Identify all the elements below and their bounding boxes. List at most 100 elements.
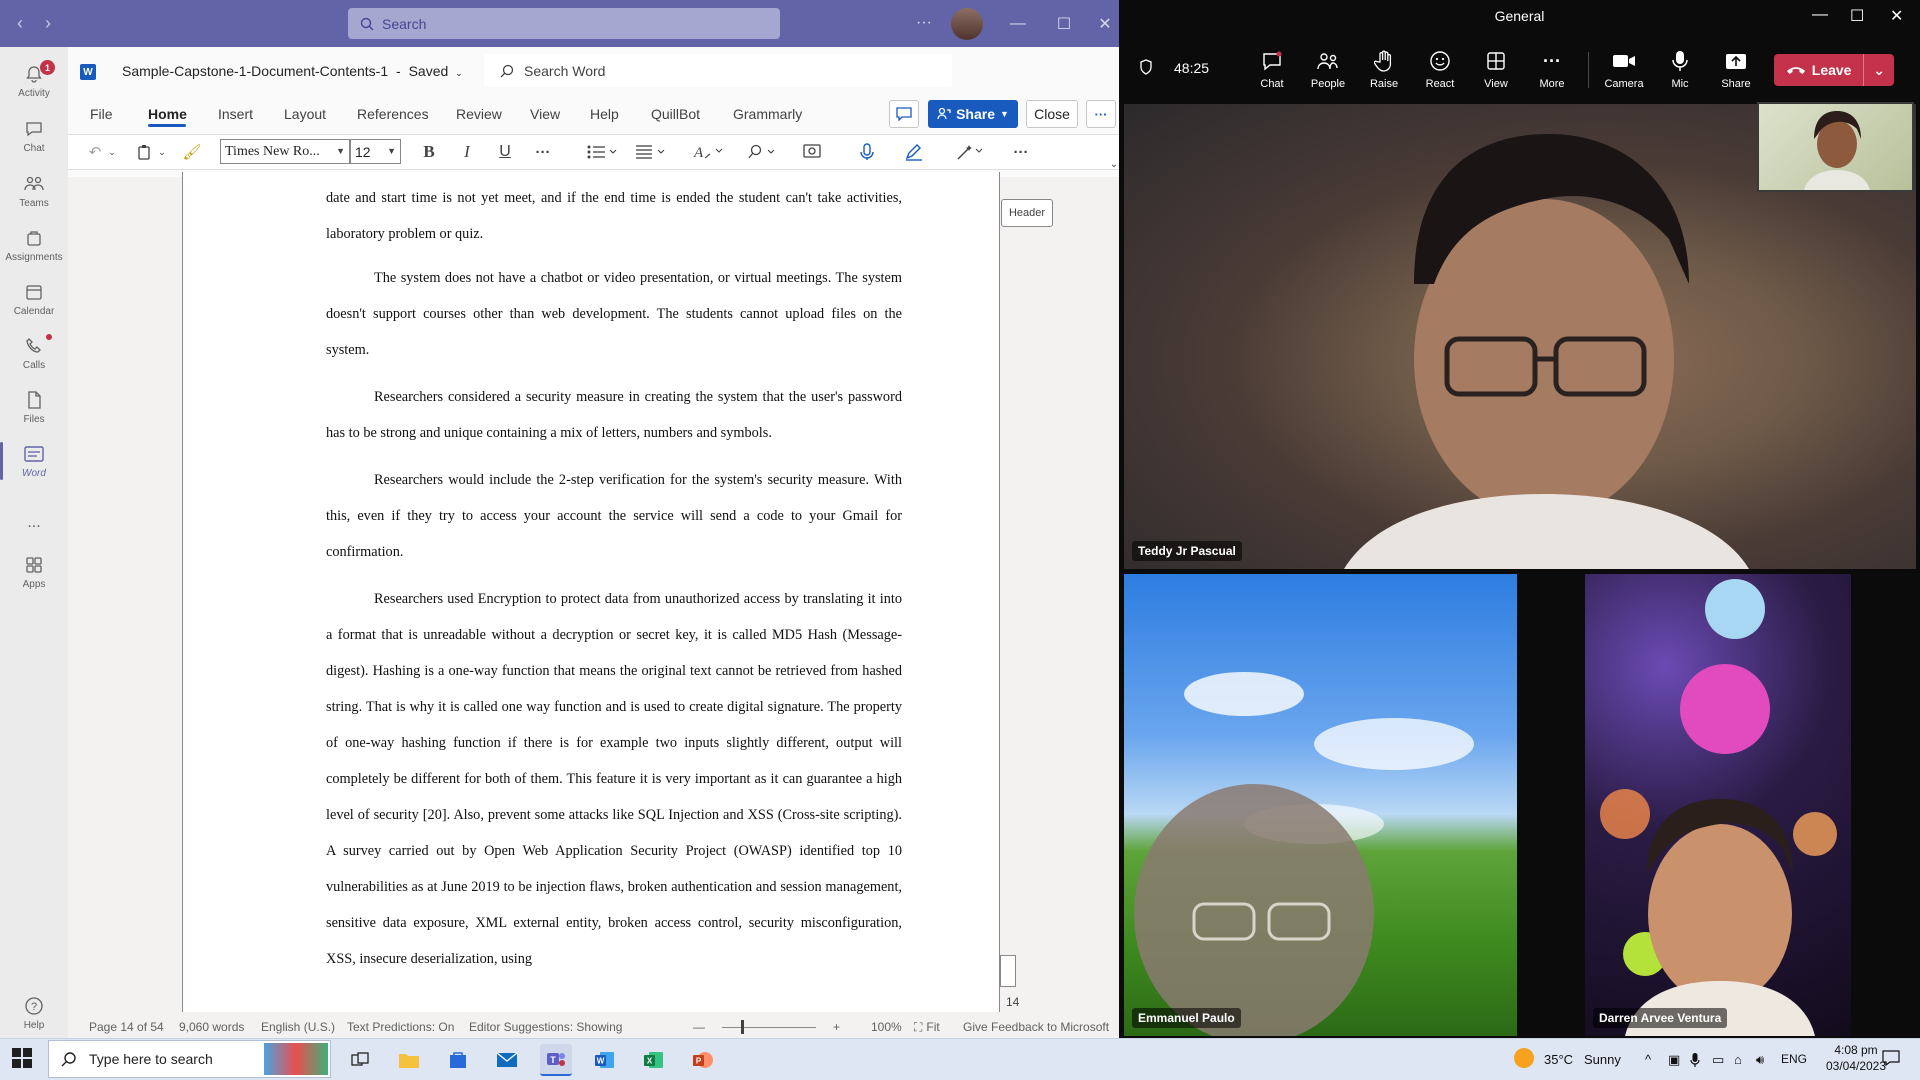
reuse-files-icon[interactable] xyxy=(800,140,824,164)
dictate-icon[interactable] xyxy=(855,140,879,164)
editor-suggestions-status[interactable]: Editor Suggestions: Showing xyxy=(469,1020,622,1034)
rail-apps[interactable]: Apps xyxy=(0,545,68,599)
minimize-icon[interactable]: — xyxy=(1812,6,1828,24)
editor-icon[interactable] xyxy=(902,140,926,164)
notifications-icon[interactable] xyxy=(1882,1050,1900,1066)
weather-condition[interactable]: Sunny xyxy=(1584,1052,1621,1067)
menu-view[interactable]: View xyxy=(530,106,560,122)
paste-icon[interactable] xyxy=(134,140,154,164)
store-icon[interactable] xyxy=(442,1044,474,1076)
chevron-up-icon[interactable]: ^ xyxy=(1645,1052,1651,1067)
mail-icon[interactable] xyxy=(491,1044,523,1076)
rail-files[interactable]: Files xyxy=(0,380,68,434)
zoom-slider-thumb[interactable] xyxy=(741,1020,744,1034)
more-font-options-icon[interactable]: ··· xyxy=(530,140,556,164)
menu-grammarly[interactable]: Grammarly xyxy=(733,106,802,122)
zoom-out-icon[interactable]: — xyxy=(693,1020,705,1034)
rail-assignments[interactable]: Assignments xyxy=(0,218,68,272)
footer-area[interactable] xyxy=(1000,955,1016,987)
chevron-down-icon[interactable]: ⌄ xyxy=(156,140,168,164)
language-status[interactable]: English (U.S.) xyxy=(261,1020,335,1034)
paragraph[interactable]: Researchers considered a security measur… xyxy=(326,379,902,451)
minimize-icon[interactable]: — xyxy=(995,0,1041,47)
weather-temperature[interactable]: 35°C xyxy=(1544,1052,1573,1067)
underline-icon[interactable]: U xyxy=(494,140,516,164)
header-label[interactable]: Header xyxy=(1001,199,1053,227)
menu-review[interactable]: Review xyxy=(456,106,502,122)
close-window-icon[interactable]: ✕ xyxy=(1082,0,1119,47)
self-view-video[interactable] xyxy=(1757,102,1914,192)
rail-help[interactable]: ? Help xyxy=(0,986,68,1038)
rail-activity[interactable]: 1 Activity xyxy=(0,54,68,108)
chevron-down-icon[interactable]: ⌄ xyxy=(106,140,118,164)
font-size-select[interactable]: 12 ▼ xyxy=(350,139,401,164)
video-tile-darren[interactable]: Darren Arvee Ventura xyxy=(1585,574,1851,1036)
meet-now-icon[interactable]: ▣ xyxy=(1668,1052,1680,1068)
rail-teams[interactable]: Teams xyxy=(0,164,68,218)
rail-calendar[interactable]: Calendar xyxy=(0,272,68,326)
rail-more[interactable]: ... xyxy=(0,496,68,550)
menu-home[interactable]: Home xyxy=(148,106,187,122)
chevron-down-icon[interactable]: ⌄ xyxy=(1864,62,1894,79)
close-button[interactable]: Close xyxy=(1026,100,1078,128)
windows-start-icon[interactable] xyxy=(12,1048,32,1068)
maximize-icon[interactable]: ☐ xyxy=(1850,6,1864,26)
page-count[interactable]: Page 14 of 54 xyxy=(89,1020,164,1034)
bullets-icon[interactable] xyxy=(584,140,620,164)
meeting-people-button[interactable]: People xyxy=(1300,50,1356,90)
word-count[interactable]: 9,060 words xyxy=(179,1020,244,1034)
undo-icon[interactable]: ↶ xyxy=(84,140,106,164)
close-window-icon[interactable]: ✕ xyxy=(1890,6,1903,26)
find-icon[interactable] xyxy=(744,140,780,164)
feedback-link[interactable]: Give Feedback to Microsoft xyxy=(963,1020,1109,1034)
fit-button[interactable]: ⛶ Fit xyxy=(914,1020,940,1035)
meeting-chat-button[interactable]: Chat xyxy=(1244,50,1300,90)
word-taskbar-icon[interactable]: W xyxy=(589,1044,621,1076)
share-button[interactable]: Share ▼ xyxy=(928,100,1018,128)
more-options-button[interactable]: ··· xyxy=(1086,100,1116,128)
volume-icon[interactable]: 🔊︎ xyxy=(1756,1052,1764,1068)
bold-icon[interactable]: B xyxy=(418,140,440,164)
meeting-camera-button[interactable]: Camera xyxy=(1596,50,1652,90)
menu-insert[interactable]: Insert xyxy=(218,106,253,122)
menu-file[interactable]: File xyxy=(90,106,113,122)
rail-calls[interactable]: Calls xyxy=(0,326,68,380)
video-tile-emmanuel[interactable]: Emmanuel Paulo xyxy=(1124,574,1517,1036)
comments-button[interactable] xyxy=(889,100,919,128)
leave-button[interactable]: Leave ⌄ xyxy=(1774,54,1894,86)
menu-quillbot[interactable]: QuillBot xyxy=(651,106,700,122)
meeting-more-button[interactable]: ··· More xyxy=(1524,50,1580,91)
teams-more-icon[interactable]: ··· xyxy=(916,14,932,32)
menu-layout[interactable]: Layout xyxy=(284,106,326,122)
italic-icon[interactable]: I xyxy=(456,140,478,164)
menu-references[interactable]: References xyxy=(357,106,429,122)
powerpoint-taskbar-icon[interactable]: P xyxy=(687,1044,719,1076)
language-indicator[interactable]: ENG xyxy=(1781,1052,1807,1066)
maximize-icon[interactable]: ☐ xyxy=(1041,0,1087,47)
ribbon-overflow-icon[interactable]: ··· xyxy=(1006,140,1036,164)
collapse-ribbon-icon[interactable]: ⌄ xyxy=(1108,152,1119,176)
font-name-select[interactable]: Times New Ro... ▼ xyxy=(220,139,350,164)
teams-search-input[interactable]: Search xyxy=(348,8,780,39)
meeting-share-button[interactable]: Share xyxy=(1708,50,1764,90)
paragraph[interactable]: Researchers used Encryption to protect d… xyxy=(326,581,902,977)
rail-chat[interactable]: Chat xyxy=(0,109,68,163)
zoom-slider[interactable] xyxy=(722,1027,816,1028)
menu-help[interactable]: Help xyxy=(590,106,619,122)
document-title[interactable]: Sample-Capstone-1-Document-Contents-1 - … xyxy=(122,63,463,79)
align-icon[interactable] xyxy=(632,140,668,164)
meeting-mic-button[interactable]: Mic xyxy=(1652,50,1708,90)
rail-word[interactable]: Word xyxy=(0,434,68,488)
file-explorer-icon[interactable] xyxy=(393,1044,425,1076)
text-predictions-status[interactable]: Text Predictions: On xyxy=(347,1020,454,1034)
teams-taskbar-icon[interactable]: T xyxy=(540,1044,572,1076)
word-search-input[interactable]: Search Word xyxy=(484,54,952,87)
battery-icon[interactable]: ▭ xyxy=(1712,1052,1724,1068)
meeting-raise-hand-button[interactable]: Raise xyxy=(1356,50,1412,90)
task-view-icon[interactable] xyxy=(344,1044,376,1076)
excel-taskbar-icon[interactable]: X xyxy=(638,1044,670,1076)
weather-sun-icon[interactable] xyxy=(1514,1048,1534,1068)
format-painter-icon[interactable]: 🖌 xyxy=(180,140,204,164)
avatar[interactable] xyxy=(951,8,983,40)
zoom-level[interactable]: 100% xyxy=(871,1020,902,1034)
